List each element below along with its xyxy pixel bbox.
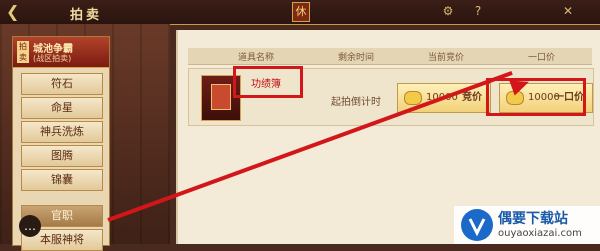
- rest-tab[interactable]: 休: [292, 2, 310, 22]
- sidebar-item-label: 官职: [51, 209, 73, 222]
- coin-icon: [404, 91, 422, 105]
- annotation-item-name-box: [233, 66, 303, 98]
- sidebar-item-shenbing[interactable]: 神兵洗炼: [21, 121, 103, 143]
- sidebar-header[interactable]: 拍卖 城池争霸 (战区拍卖): [13, 37, 109, 68]
- page-title: 拍卖: [70, 8, 103, 23]
- watermark-logo-icon: [461, 209, 493, 241]
- sidebar-item-label: 锦囊: [51, 173, 73, 186]
- sidebar-badge: 拍卖: [17, 41, 29, 63]
- sidebar-item-fushi[interactable]: 符石: [21, 73, 103, 95]
- close-icon[interactable]: ✕: [560, 3, 576, 19]
- sidebar-item-tuteng[interactable]: 图腾: [21, 145, 103, 167]
- col-current-bid: 当前竞价: [428, 53, 465, 63]
- back-arrow-icon[interactable]: ❮: [6, 3, 24, 21]
- sidebar-item-jinnang[interactable]: 锦囊: [21, 169, 103, 191]
- sidebar-item-label: 图腾: [51, 149, 73, 162]
- sidebar-item-label: 神兵洗炼: [40, 125, 84, 138]
- annotation-buyout-box: [486, 78, 586, 116]
- col-remaining-time: 剩余时间: [338, 53, 375, 63]
- countdown-text: 起拍倒计时: [331, 97, 381, 108]
- settings-icon[interactable]: ⚙: [440, 3, 456, 19]
- top-bar: ❮ 拍卖 休 ⚙ ? ✕: [0, 0, 600, 25]
- watermark-text: 偶要下载站: [498, 211, 568, 227]
- table-header: 道具名称 剩余时间 当前竞价 一口价: [188, 48, 592, 65]
- col-buyout: 一口价: [528, 53, 556, 63]
- help-icon[interactable]: ?: [470, 3, 486, 19]
- watermark-url: ouyaoxiazai.com: [498, 228, 582, 239]
- col-item-name: 道具名称: [238, 53, 275, 63]
- sidebar-subtitle: (战区拍卖): [33, 54, 72, 63]
- watermark: 偶要下载站 ouyaoxiazai.com: [454, 206, 600, 244]
- sidebar-item-label: 命星: [51, 101, 73, 114]
- chat-bubble-icon[interactable]: …: [19, 215, 41, 237]
- sidebar-item-mingxing[interactable]: 命星: [21, 97, 103, 119]
- sidebar-item-label: 本服神将: [40, 233, 84, 246]
- sidebar: 拍卖 城池争霸 (战区拍卖) 符石 命星 神兵洗炼 图腾 锦囊 官职 本服神将 …: [12, 36, 110, 251]
- sidebar-item-label: 符石: [51, 77, 73, 90]
